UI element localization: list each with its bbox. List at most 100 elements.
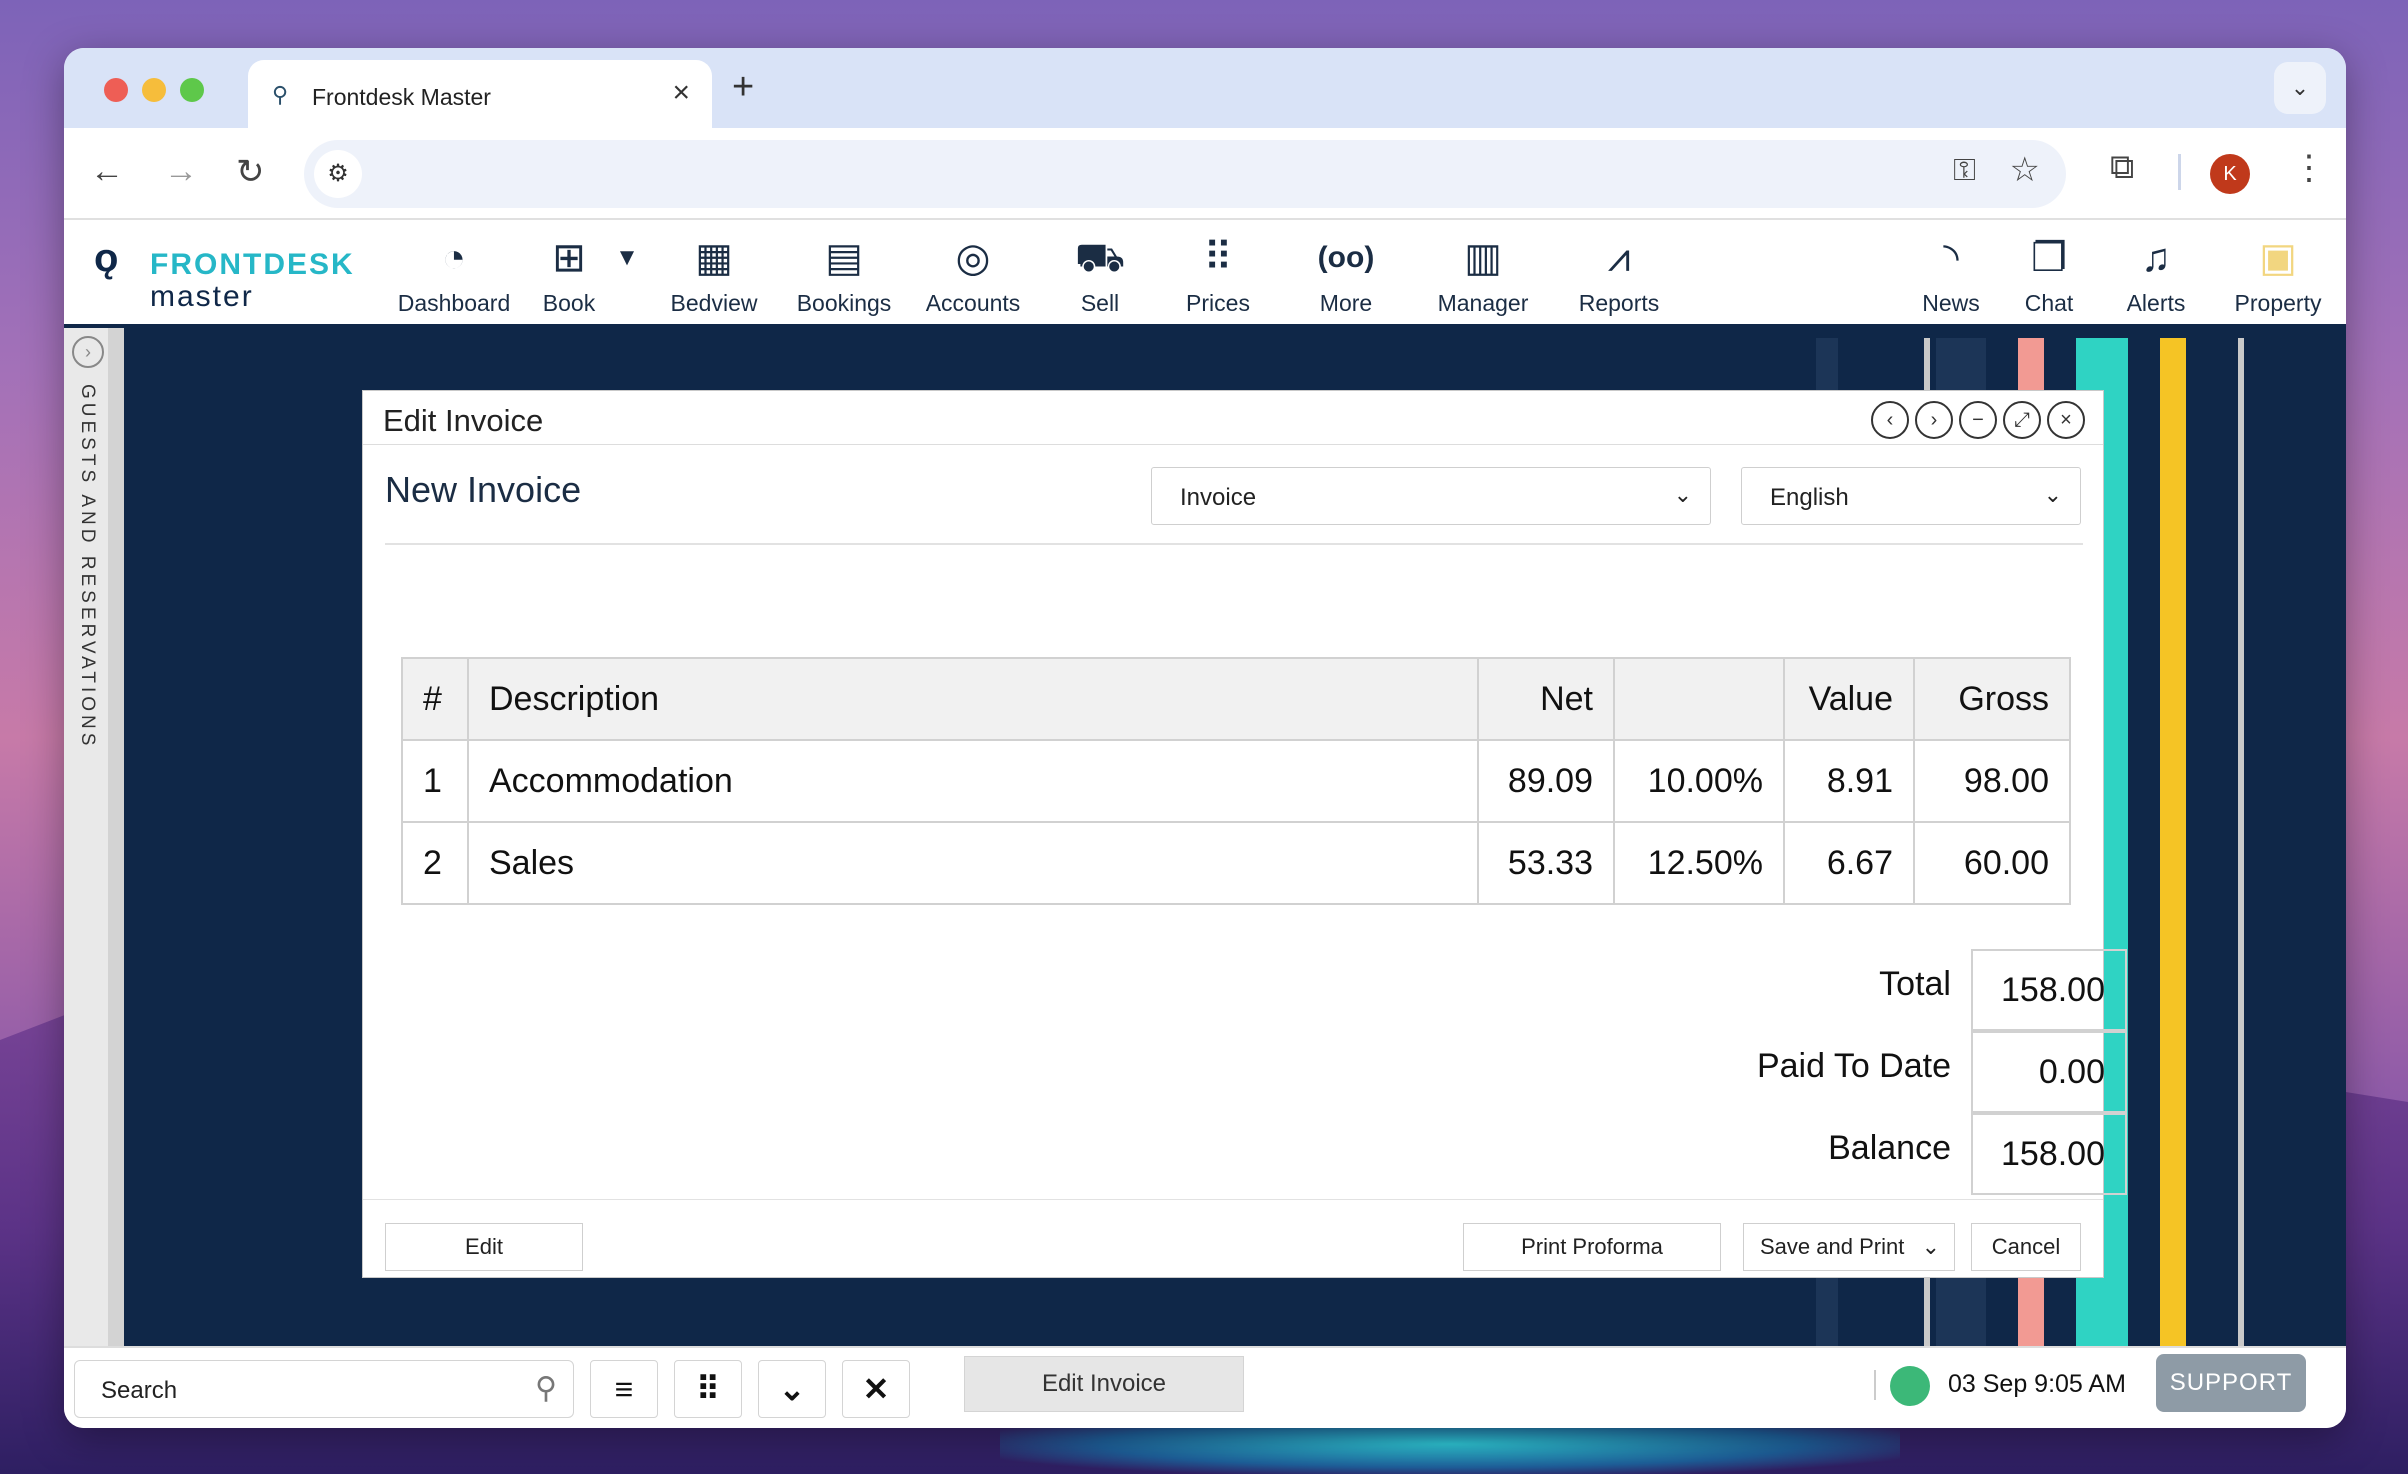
frontdesk-logo[interactable]: ǫ FRONTDESK master: [94, 236, 354, 316]
minimize-window-button[interactable]: [142, 78, 166, 102]
expand-icon[interactable]: ⤢: [2003, 401, 2041, 439]
chevron-down-icon: ⌄: [1921, 1234, 1940, 1259]
row-number: 1: [401, 739, 469, 823]
nav-dashboard-label: Dashboard: [397, 290, 511, 316]
table-header-row: # Description Net Value Gross: [401, 657, 2071, 741]
chat-icon: ❐: [2031, 236, 2067, 280]
browser-toolbar: ← → ↻ ⚙ ⚿ ☆ ⧉ K ⋮: [64, 128, 2346, 220]
nav-prices-label: Prices: [1186, 290, 1250, 316]
grid-icon: ▦: [695, 236, 733, 280]
close-window-button[interactable]: [104, 78, 128, 102]
nav-news[interactable]: ◝ News: [1916, 230, 1986, 322]
previous-icon[interactable]: ‹: [1871, 401, 1909, 439]
profile-avatar[interactable]: K: [2210, 154, 2250, 194]
row-gross: 60.00: [1913, 821, 2071, 905]
reload-icon[interactable]: ↻: [236, 152, 265, 192]
logo-mark-icon: ǫ: [94, 236, 119, 280]
search-placeholder: Search: [101, 1377, 178, 1404]
password-key-icon[interactable]: ⚿: [1953, 154, 1976, 188]
row-value: 8.91: [1783, 739, 1915, 823]
nav-dashboard[interactable]: ◔ Dashboard: [394, 230, 514, 322]
invoice-type-value: Invoice: [1180, 484, 1257, 511]
close-all-icon[interactable]: ✕: [842, 1360, 910, 1418]
nav-prices[interactable]: ⠿ Prices: [1178, 230, 1258, 322]
app-navbar: ǫ FRONTDESK master ◔ Dashboard ⊞ Book ▼ …: [64, 222, 2346, 328]
address-bar[interactable]: ⚙ ⚿ ☆: [304, 140, 2066, 208]
open-book-icon: ▤: [825, 236, 863, 280]
search-input[interactable]: Search ⚲: [74, 1360, 574, 1418]
bottom-bar: Search ⚲ ≡ ⠿ ⌄ ✕ Edit Invoice 03 Sep 9:0…: [64, 1346, 2346, 1428]
tab-bar: ⚲ Frontdesk Master × + ⌄: [64, 48, 2346, 128]
chevron-down-icon: ⌄: [2043, 482, 2062, 507]
nav-bedview[interactable]: ▦ Bedview: [664, 230, 764, 322]
table-row[interactable]: 2 Sales 53.33 12.50% 6.67 60.00: [401, 821, 2071, 905]
back-arrow-icon[interactable]: ←: [90, 152, 124, 191]
booking-stripe-yellow[interactable]: [2160, 338, 2186, 1346]
col-net: Net: [1477, 657, 1615, 741]
nav-more-label: More: [1319, 290, 1373, 316]
nav-book[interactable]: ⊞ Book: [534, 230, 604, 322]
dashboard-gauge-icon: ◔: [441, 236, 467, 280]
new-tab-button[interactable]: +: [732, 66, 754, 109]
book-dropdown[interactable]: ▼: [612, 230, 642, 322]
grid-menu-icon[interactable]: ⠿: [674, 1360, 742, 1418]
close-icon[interactable]: ×: [2047, 401, 2085, 439]
browser-tab[interactable]: ⚲ Frontdesk Master ×: [248, 60, 712, 128]
bookmark-star-icon[interactable]: ☆: [2010, 150, 2040, 190]
nav-alerts-label: Alerts: [2126, 290, 2186, 316]
nav-more[interactable]: (oo) More: [1306, 230, 1386, 322]
balance-value: 158.00: [1971, 1113, 2127, 1195]
nav-bookings[interactable]: ▤ Bookings: [786, 230, 902, 322]
tab-close-icon[interactable]: ×: [672, 76, 690, 110]
cancel-button[interactable]: Cancel: [1971, 1223, 2081, 1271]
col-number: #: [401, 657, 469, 741]
nav-alerts[interactable]: ♫ Alerts: [2118, 230, 2194, 322]
chevron-down-icon[interactable]: ⌄: [758, 1360, 826, 1418]
hamburger-menu-icon[interactable]: ≡: [590, 1360, 658, 1418]
col-rate: [1613, 657, 1785, 741]
nav-chat[interactable]: ❐ Chat: [2014, 230, 2084, 322]
minimize-icon[interactable]: −: [1959, 401, 1997, 439]
tab-search-chevron-icon[interactable]: ⌄: [2274, 62, 2326, 114]
browser-menu-icon[interactable]: ⋮: [2292, 148, 2326, 188]
chart-icon: ⩘: [1607, 236, 1631, 280]
forward-arrow-icon[interactable]: →: [164, 152, 198, 191]
row-description: Accommodation: [467, 739, 1479, 823]
language-select[interactable]: English ⌄: [1741, 467, 2081, 525]
invoice-type-select[interactable]: Invoice ⌄: [1151, 467, 1711, 525]
next-icon[interactable]: ›: [1915, 401, 1953, 439]
row-number: 2: [401, 821, 469, 905]
nav-property-label: Property: [2234, 290, 2322, 316]
maximize-window-button[interactable]: [180, 78, 204, 102]
site-settings-icon[interactable]: ⚙: [314, 150, 362, 198]
nav-sell[interactable]: ⛟ Sell: [1064, 230, 1136, 322]
guests-sidebar[interactable]: › GUESTS AND RESERVATIONS: [64, 328, 124, 1346]
nav-manager[interactable]: ▥ Manager: [1430, 230, 1536, 322]
row-rate: 10.00%: [1613, 739, 1785, 823]
nav-property[interactable]: ▣ Property: [2228, 230, 2328, 322]
extensions-puzzle-icon[interactable]: ⧉: [2110, 148, 2134, 187]
nav-reports[interactable]: ⩘ Reports: [1568, 230, 1670, 322]
calendar-stripe: [2238, 338, 2244, 1346]
toolbar-divider: [2178, 154, 2181, 190]
nav-manager-label: Manager: [1437, 290, 1529, 316]
sidebar-expand-icon[interactable]: ›: [72, 336, 104, 368]
nav-accounts[interactable]: ◎ Accounts: [916, 230, 1030, 322]
support-button[interactable]: SUPPORT: [2156, 1354, 2306, 1412]
property-icon: ▣: [2259, 236, 2297, 280]
open-window-tab[interactable]: Edit Invoice: [964, 1356, 1244, 1412]
frontdesk-favicon-icon: ⚲: [272, 82, 289, 107]
row-net: 53.33: [1477, 821, 1615, 905]
nav-sell-label: Sell: [1080, 290, 1120, 316]
status-indicator: [1890, 1366, 1930, 1406]
print-proforma-button[interactable]: Print Proforma: [1463, 1223, 1721, 1271]
logo-text-top: FRONTDESK: [150, 248, 355, 281]
row-net: 89.09: [1477, 739, 1615, 823]
edit-button[interactable]: Edit: [385, 1223, 583, 1271]
dialog-title: Edit Invoice: [383, 403, 544, 438]
save-and-print-button[interactable]: Save and Print ⌄: [1743, 1223, 1955, 1271]
sidebar-scrollbar[interactable]: [108, 328, 124, 1346]
nav-reports-label: Reports: [1578, 290, 1660, 316]
table-row[interactable]: 1 Accommodation 89.09 10.00% 8.91 98.00: [401, 739, 2071, 823]
dots-grid-icon: ⠿: [1203, 236, 1233, 280]
